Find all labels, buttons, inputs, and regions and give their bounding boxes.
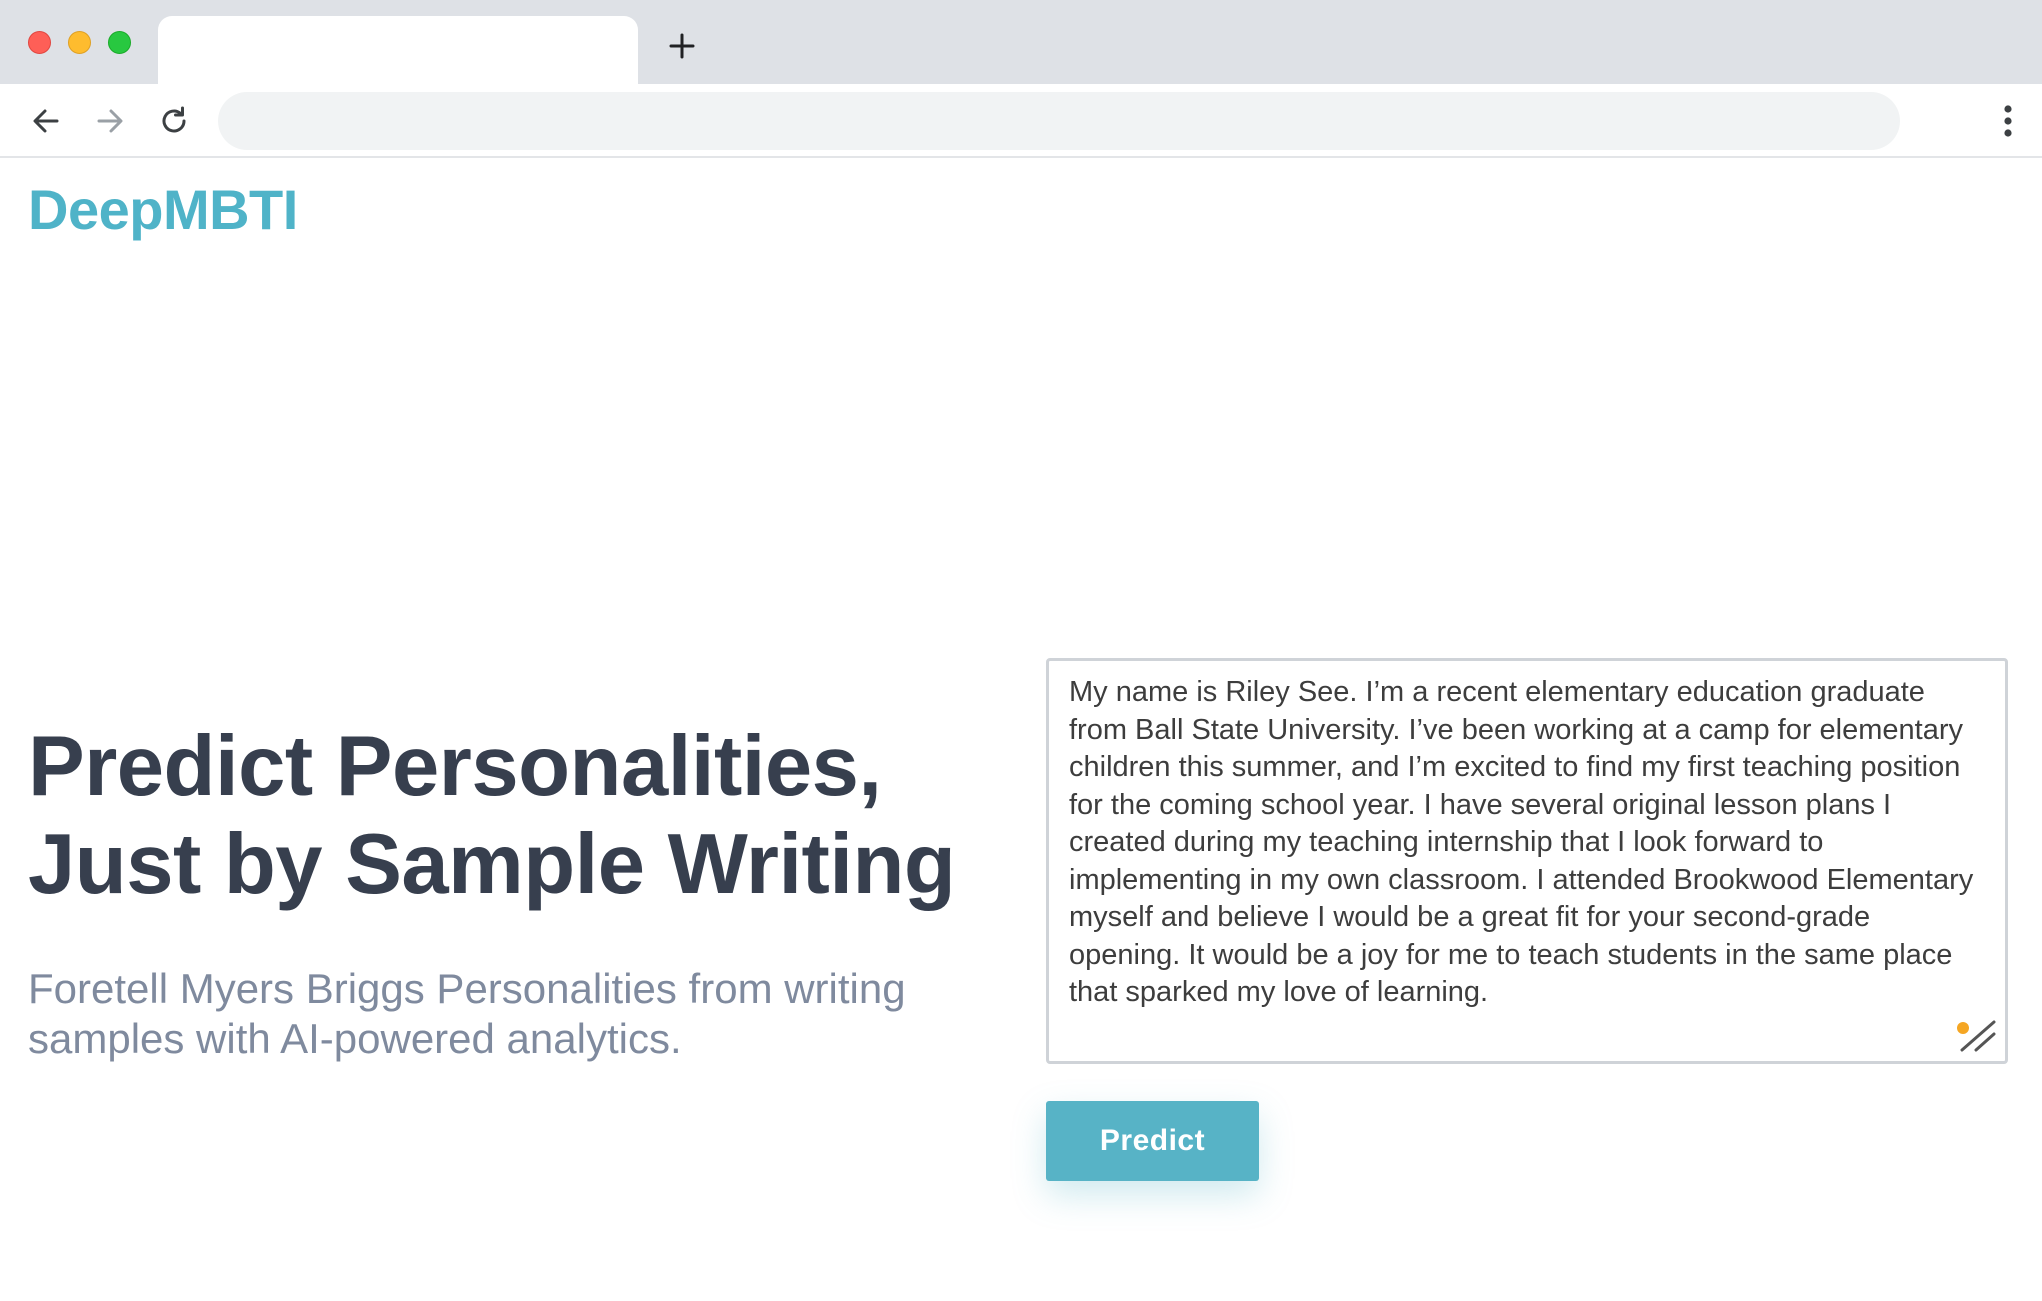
kebab-menu-icon [2004,105,2012,137]
brand-logo[interactable]: DeepMBTI [28,174,298,246]
browser-menu-button[interactable] [1988,99,2028,143]
arrow-right-icon [97,109,123,133]
window-close-button[interactable] [28,31,51,54]
forward-button[interactable] [88,99,132,143]
predict-button[interactable]: Predict [1046,1101,1259,1181]
reload-icon [162,106,186,133]
browser-tab[interactable] [158,16,638,84]
address-bar[interactable] [218,92,1900,150]
hero-title: Predict Personalities, Just by Sample Wri… [28,718,1028,914]
hero-title-line-1: Predict Personalities, [28,719,882,814]
reload-button[interactable] [152,99,196,143]
plus-icon [669,33,695,59]
browser-toolbar [0,84,2042,158]
writing-sample-input[interactable]: My name is Riley See. I’m a recent eleme… [1046,658,2008,1064]
window-maximize-button[interactable] [108,31,131,54]
new-tab-button[interactable] [662,26,702,66]
back-button[interactable] [24,99,68,143]
hero-subtitle: Foretell Myers Briggs Personalities from… [28,965,906,1062]
hero-title-line-2: Just by Sample Writing [28,817,956,912]
window-minimize-button[interactable] [68,31,91,54]
arrow-left-icon [33,109,59,133]
browser-tab-bar [0,0,2042,84]
resize-handle-icon[interactable] [1954,1018,2000,1054]
